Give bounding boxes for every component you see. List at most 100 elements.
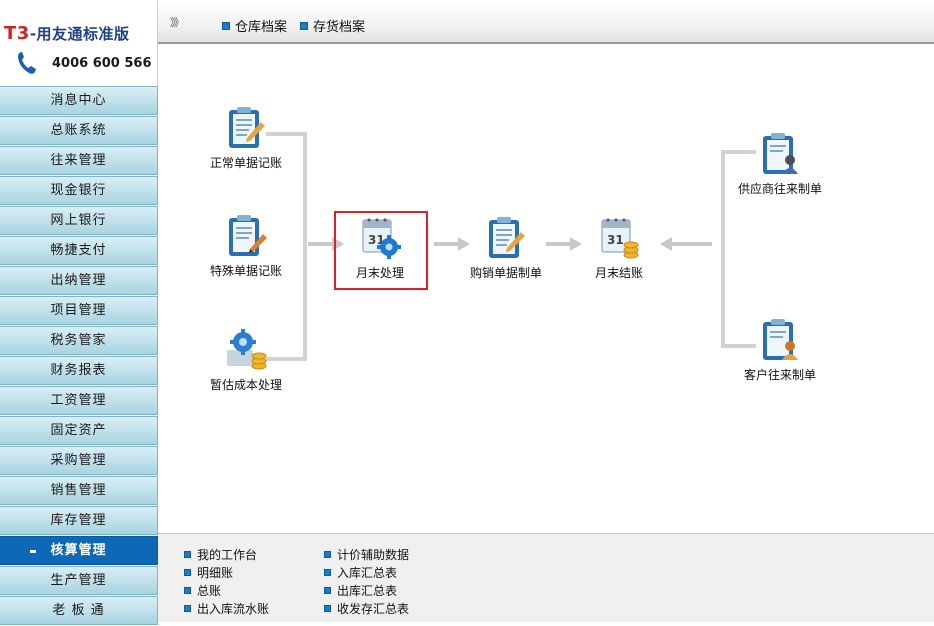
link-label: 总账 xyxy=(197,584,222,598)
quick-link-inbound-summary[interactable]: 入库汇总表 xyxy=(324,564,397,581)
square-bullet-icon xyxy=(222,22,230,30)
estimated-cost-node[interactable]: 暂估成本处理 xyxy=(208,326,284,393)
gear-coins-icon xyxy=(227,329,267,370)
selection-highlight xyxy=(334,211,428,290)
sidebar-item-label: 现金银行 xyxy=(50,183,107,198)
sidebar-item-general-ledger[interactable]: 总账系统 xyxy=(0,116,158,145)
normal-voucher-node[interactable]: 正常单据记账 xyxy=(208,104,284,171)
purchase-sales-voucher-node[interactable]: 购销单据制单 xyxy=(466,214,546,281)
link-label: 明细账 xyxy=(197,566,234,580)
svg-text:31: 31 xyxy=(607,233,624,247)
customer-voucher-node[interactable]: 客户往来制单 xyxy=(732,316,828,383)
node-label: 供应商往来制单 xyxy=(737,182,822,196)
clipboard-edit-icon xyxy=(229,215,267,256)
brand-title: T3-用友通标准版 xyxy=(4,23,130,44)
quick-links-panel: 我的工作台 明细账 总账 出入库流水账 计价辅助数据 入库汇总表 出库汇总表 收… xyxy=(158,533,934,622)
stock-archive-link[interactable]: 存货档案 xyxy=(300,16,365,35)
sidebar-item-label: 出纳管理 xyxy=(50,273,107,288)
sidebar-item-tax[interactable]: 税务管家 xyxy=(0,326,158,355)
node-label: 特殊单据记账 xyxy=(209,264,282,278)
sidebar-item-fast-pay[interactable]: 畅捷支付 xyxy=(0,236,158,265)
month-close-node[interactable]: 31 月末结账 xyxy=(586,214,652,281)
link-label: 存货档案 xyxy=(313,20,366,35)
sidebar-item-purchasing[interactable]: 采购管理 xyxy=(0,446,158,475)
supplier-voucher-node[interactable]: 供应商往来制单 xyxy=(732,130,828,197)
active-bullet-icon xyxy=(30,550,36,553)
sidebar-item-receivables[interactable]: 往来管理 xyxy=(0,146,158,175)
quick-link-my-workbench[interactable]: 我的工作台 xyxy=(184,546,257,563)
sidebar-item-label: 生产管理 xyxy=(50,573,107,588)
sidebar-item-sales[interactable]: 销售管理 xyxy=(0,476,158,505)
sidebar-item-projects[interactable]: 项目管理 xyxy=(0,296,158,325)
node-label: 月末结账 xyxy=(594,266,643,280)
calendar-coins-icon: 31 xyxy=(601,218,639,259)
arrow-to-month-close xyxy=(546,237,582,251)
clipboard-person-icon xyxy=(763,133,798,174)
sidebar-item-cashier[interactable]: 出纳管理 xyxy=(0,266,158,295)
sidebar-item-label: 税务管家 xyxy=(50,333,107,348)
quick-link-stock-summary[interactable]: 收发存汇总表 xyxy=(324,600,409,617)
sidebar-item-online-bank[interactable]: 网上银行 xyxy=(0,206,158,235)
warehouse-archive-link[interactable]: 仓库档案 xyxy=(222,16,287,35)
hotline-number: 4006 600 566 xyxy=(52,56,152,71)
sidebar-item-inventory[interactable]: 库存管理 xyxy=(0,506,158,535)
quick-link-outbound-summary[interactable]: 出库汇总表 xyxy=(324,582,397,599)
quick-link-detail-ledger[interactable]: 明细账 xyxy=(184,564,233,581)
link-label: 入库汇总表 xyxy=(337,566,398,580)
brand-header: T3-用友通标准版 4006 600 566 xyxy=(0,0,158,86)
sidebar-item-label: 库存管理 xyxy=(50,513,107,528)
link-label: 收发存汇总表 xyxy=(337,602,410,616)
clipboard-pen-icon xyxy=(229,107,265,148)
brand-name: -用友通标准版 xyxy=(29,25,130,43)
quick-link-pricing-data[interactable]: 计价辅助数据 xyxy=(324,546,409,563)
clipboard-pen-icon xyxy=(489,217,525,258)
arrow-to-purchase-sales xyxy=(434,237,470,251)
link-label: 计价辅助数据 xyxy=(337,548,410,562)
link-label: 我的工作台 xyxy=(197,548,258,562)
sidebar-item-label: 网上银行 xyxy=(50,213,107,228)
workflow-canvas: 正常单据记账 特殊单据记账 暂估成本处理 31 月末处理 购销单据制单 31 月… xyxy=(158,44,934,533)
sidebar-item-label: 固定资产 xyxy=(50,423,107,438)
sidebar-item-label: 财务报表 xyxy=(50,363,107,378)
sidebar-item-label: 工资管理 xyxy=(50,393,107,408)
node-label: 暂估成本处理 xyxy=(209,378,282,392)
node-label: 购销单据制单 xyxy=(469,266,542,280)
sidebar-item-cash-bank[interactable]: 现金银行 xyxy=(0,176,158,205)
link-label: 出库汇总表 xyxy=(337,584,398,598)
phone-icon xyxy=(18,52,36,74)
sidebar-item-label: 往来管理 xyxy=(50,153,107,168)
node-label: 正常单据记账 xyxy=(209,156,282,170)
sidebar-item-label: 采购管理 xyxy=(50,453,107,468)
sidebar-item-label: 项目管理 xyxy=(50,303,107,318)
square-bullet-icon xyxy=(324,587,331,594)
node-label: 客户往来制单 xyxy=(743,368,816,382)
square-bullet-icon xyxy=(184,587,191,594)
sidebar-item-cost-accounting[interactable]: 核算管理 xyxy=(0,536,158,565)
sidebar-item-label: 老 板 通 xyxy=(52,603,105,618)
sidebar-item-messages[interactable]: 消息中心 xyxy=(0,86,158,115)
sidebar-item-label: 消息中心 xyxy=(50,93,107,108)
square-bullet-icon xyxy=(184,605,191,612)
quick-link-general-ledger[interactable]: 总账 xyxy=(184,582,221,599)
sidebar-item-payroll[interactable]: 工资管理 xyxy=(0,386,158,415)
special-voucher-node[interactable]: 特殊单据记账 xyxy=(208,212,284,279)
link-label: 仓库档案 xyxy=(235,20,288,35)
square-bullet-icon xyxy=(324,569,331,576)
sidebar-item-production[interactable]: 生产管理 xyxy=(0,566,158,595)
square-bullet-icon xyxy=(324,551,331,558)
sidebar-item-fixed-assets[interactable]: 固定资产 xyxy=(0,416,158,445)
sidebar-item-reports[interactable]: 财务报表 xyxy=(0,356,158,385)
sidebar-item-label: 畅捷支付 xyxy=(50,243,107,258)
clipboard-person-icon xyxy=(763,319,798,360)
square-bullet-icon xyxy=(184,569,191,576)
sidebar-item-label: 总账系统 xyxy=(50,123,107,138)
collapse-chevrons-icon[interactable]: 》》 xyxy=(170,14,184,30)
link-label: 出入库流水账 xyxy=(197,602,270,616)
square-bullet-icon xyxy=(300,22,308,30)
brand-prefix: T3 xyxy=(4,23,30,44)
sidebar-item-boss[interactable]: 老 板 通 xyxy=(0,596,158,625)
sidebar: T3-用友通标准版 4006 600 566 消息中心 总账系统 往来管理 现金… xyxy=(0,0,158,625)
sidebar-item-label: 销售管理 xyxy=(50,483,107,498)
arrow-from-right xyxy=(660,237,712,251)
quick-link-stock-flow[interactable]: 出入库流水账 xyxy=(184,600,269,617)
